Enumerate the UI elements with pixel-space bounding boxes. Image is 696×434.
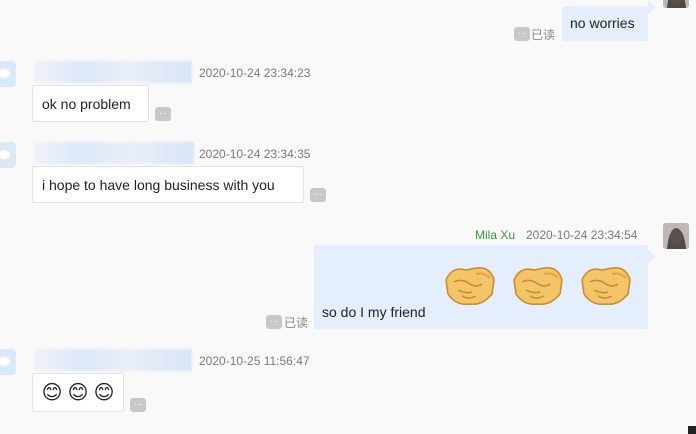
more-icon[interactable]: ... (266, 315, 282, 329)
own-avatar[interactable] (663, 0, 689, 8)
contact-avatar[interactable] (0, 142, 16, 168)
read-status: 已读 (284, 316, 309, 330)
more-icon[interactable]: ... (130, 398, 146, 412)
handshake-emoji (581, 267, 631, 306)
message-timestamp: 2020-10-25 11:56:47 (199, 354, 310, 368)
scroll-edge[interactable] (688, 426, 696, 434)
smile-emoji: 😊 (41, 382, 63, 404)
message-bubble[interactable]: 😊 😊 😊 (32, 373, 124, 412)
bubble-tail (648, 0, 656, 14)
message-text: so do I my friend (322, 304, 426, 320)
message-timestamp: 2020-10-24 23:34:54 (526, 228, 638, 242)
message-timestamp: 2020-10-24 23:34:35 (199, 147, 311, 161)
own-avatar[interactable] (663, 223, 689, 249)
sender-name-redacted (34, 142, 194, 164)
contact-avatar[interactable] (0, 349, 16, 375)
sender-name-redacted (34, 349, 192, 371)
message-bubble-own[interactable]: no worries (562, 6, 648, 41)
message-timestamp: 2020-10-24 23:34:23 (199, 66, 311, 80)
more-icon[interactable]: ... (514, 27, 530, 41)
more-icon[interactable]: ... (155, 107, 171, 121)
contact-avatar[interactable] (0, 61, 16, 87)
sender-name: Mila Xu (475, 228, 516, 242)
sender-name-redacted (34, 61, 192, 83)
bubble-tail (648, 250, 656, 264)
more-icon[interactable]: ... (310, 188, 326, 202)
handshake-emoji (513, 267, 563, 306)
message-text: no worries (570, 15, 635, 31)
handshake-emoji (445, 267, 495, 306)
smile-emoji: 😊 (67, 382, 89, 404)
message-text: i hope to have long business with you (42, 177, 275, 193)
message-bubble[interactable]: ok no problem (32, 85, 149, 122)
read-status: 已读 (531, 28, 556, 42)
message-bubble[interactable]: i hope to have long business with you (32, 166, 304, 203)
smile-emoji: 😊 (93, 382, 115, 404)
message-text: ok no problem (42, 96, 131, 112)
